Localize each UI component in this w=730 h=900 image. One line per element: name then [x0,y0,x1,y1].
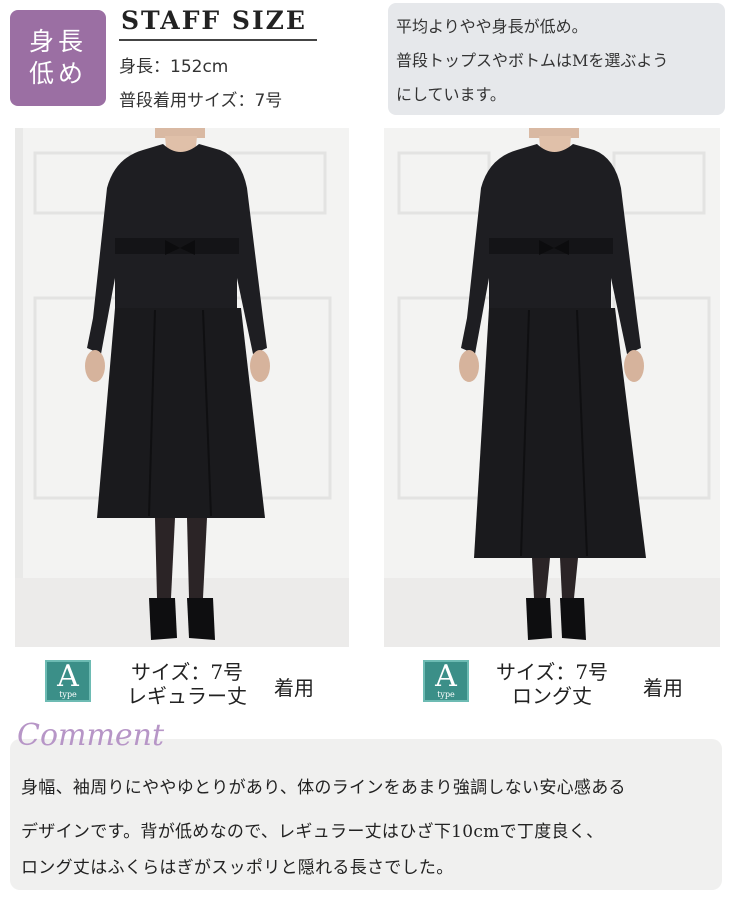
comment-line: 身幅、袖周りにややゆとりがあり、体のラインをあまり強調しない安心感ある [21,778,626,798]
type-label: type [59,690,77,699]
staff-note: 平均よりやや身長が低め。 普段トップスやボトムはMを選ぶよう にしています。 [396,10,722,112]
staff-note-line: 平均よりやや身長が低め。 [396,17,588,36]
type-label: type [437,690,455,699]
height-badge: 身長 低め [10,10,106,106]
caption-size: サイズ：7号 [495,660,609,684]
staff-note-line: 普段トップスやボトムはMを選ぶよう [396,51,669,70]
type-letter: A [435,659,457,694]
caption-size: サイズ：7号 [130,660,244,684]
comment-heading: Comment [17,718,165,753]
staff-title-underline [119,39,317,41]
staff-height: 身長：152cm [119,57,229,77]
caption-length: レギュラー丈 [127,684,247,708]
comment-line: ロング丈はふくらはぎがスッポリと隠れる長さでした。 [21,858,454,878]
staff-size-title: STAFF SIZE [121,6,307,35]
height-badge-line1: 身長 [28,27,87,56]
type-a-icon: A type [423,660,469,702]
caption-wearing: 着用 [643,676,683,700]
model-photo-long [384,128,720,647]
caption-length: ロング丈 [512,684,592,708]
type-letter: A [57,659,79,694]
caption-size-regular: サイズ：7号 レギュラー丈 [113,660,261,708]
type-a-icon: A type [45,660,91,702]
caption-wearing: 着用 [274,676,314,700]
comment-line: デザインです。背が低めなので、レギュラー丈はひざ下10cmで丁度良く、 [21,822,604,842]
staff-usual-size: 普段着用サイズ：7号 [119,91,283,111]
caption-size-long: サイズ：7号 ロング丈 [482,660,622,708]
staff-note-line: にしています。 [396,85,506,104]
height-badge-line2: 低め [28,59,87,88]
model-photo-regular [15,128,349,647]
